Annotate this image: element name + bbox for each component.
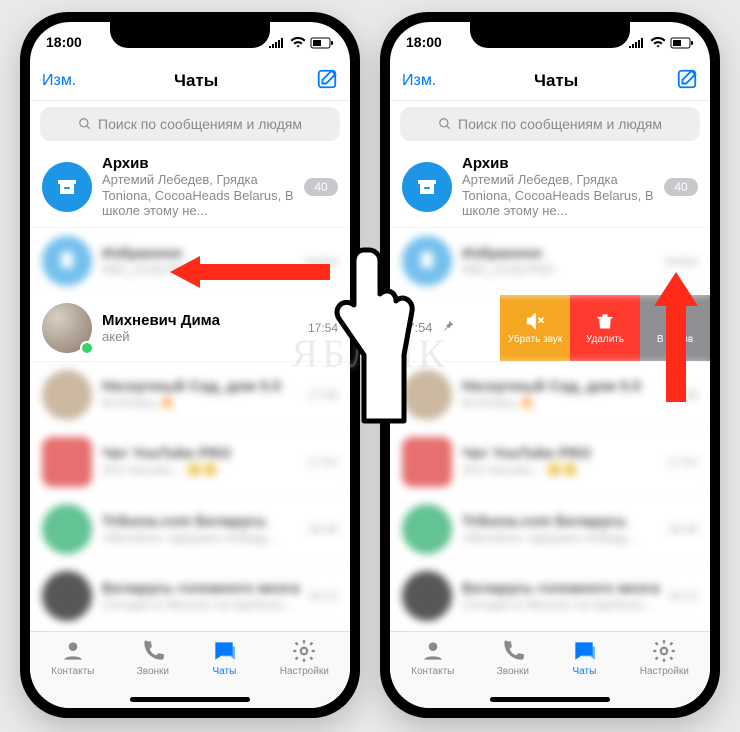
tab-settings[interactable]: Настройки [280, 638, 329, 708]
online-indicator [80, 341, 94, 355]
compose-button[interactable] [676, 68, 698, 95]
navbar: Изм. Чаты [30, 62, 350, 101]
list-item: Беларусь головного мозгаСегодня в Минске… [390, 563, 710, 630]
status-time: 18:00 [46, 34, 82, 50]
search-bar[interactable]: Поиск по сообщениям и людям [40, 107, 340, 141]
notch [110, 22, 270, 48]
navbar: Изм. Чаты [390, 62, 710, 101]
mute-icon [525, 311, 545, 331]
archive-icon [402, 162, 452, 212]
calls-icon [500, 638, 526, 664]
tutorial-arrow-up [654, 272, 698, 402]
chats-icon [211, 638, 237, 664]
page-title: Чаты [534, 71, 578, 91]
home-indicator [130, 697, 250, 702]
tab-settings[interactable]: Настройки [640, 638, 689, 708]
list-item: Tribuna.com Беларусь«Витебск» одержал по… [30, 496, 350, 563]
search-placeholder: Поиск по сообщениям и людям [98, 116, 302, 132]
page-title: Чаты [174, 71, 218, 91]
search-icon [438, 117, 452, 131]
search-bar[interactable]: Поиск по сообщениям и людям [400, 107, 700, 141]
compose-icon [676, 68, 698, 90]
swipe-action-mute[interactable]: Убрать звук [500, 295, 570, 361]
calls-icon [140, 638, 166, 664]
edit-button[interactable]: Изм. [402, 72, 436, 90]
chat-preview: акей [102, 329, 302, 344]
status-time: 18:00 [406, 34, 442, 50]
status-icons [268, 34, 334, 50]
archive-badge: 40 [664, 178, 698, 196]
archive-badge: 40 [304, 178, 338, 196]
archive-row[interactable]: Архив Артемий Лебедев, Грядка Toniona, C… [30, 147, 350, 228]
archive-row[interactable]: Архив Артемий Лебедев, Грядка Toniona, C… [390, 147, 710, 228]
search-placeholder: Поиск по сообщениям и людям [458, 116, 662, 132]
tab-contacts[interactable]: Контакты [411, 638, 454, 708]
archive-title: Архив [102, 155, 298, 172]
tutorial-arrow-left [170, 254, 330, 290]
contacts-icon [60, 638, 86, 664]
settings-icon [291, 638, 317, 664]
phone-left: 18:00 Изм. Чаты Поиск по сообщениям и лю… [20, 12, 360, 718]
search-icon [78, 117, 92, 131]
tutorial-hand-icon [320, 244, 420, 424]
compose-button[interactable] [316, 68, 338, 95]
list-item: Tribuna.com Беларусь«Витебск» одержал по… [390, 496, 710, 563]
chats-icon [571, 638, 597, 664]
pin-icon [441, 319, 455, 336]
chat-name: Михневич Дима [102, 312, 302, 329]
archive-title: Архив [462, 155, 658, 172]
tab-contacts[interactable]: Контакты [51, 638, 94, 708]
trash-icon [595, 311, 615, 331]
archive-preview: Артемий Лебедев, Грядка Toniona, CocoaHe… [102, 172, 298, 219]
swipe-action-delete[interactable]: Удалить [570, 295, 640, 361]
list-item: Чат YouTube PROЭто письмо... 😊😊17:01 [30, 429, 350, 496]
edit-button[interactable]: Изм. [42, 72, 76, 90]
contacts-icon [420, 638, 446, 664]
status-icons [628, 34, 694, 50]
notch [470, 22, 630, 48]
list-item: Беларусь головного мозгаСегодня в Минске… [30, 563, 350, 630]
home-indicator [490, 697, 610, 702]
list-item: Нескучный Сад, дом 5.5M.Kinsey 🔥17:30 [30, 362, 350, 429]
archive-icon [42, 162, 92, 212]
settings-icon [651, 638, 677, 664]
compose-icon [316, 68, 338, 90]
list-item: Чат YouTube PROЭто письмо... 😊😊17:01 [390, 429, 710, 496]
chat-row-focused[interactable]: Михневич Дима акей 17:54 [30, 295, 350, 362]
archive-preview: Артемий Лебедев, Грядка Toniona, CocoaHe… [462, 172, 658, 219]
